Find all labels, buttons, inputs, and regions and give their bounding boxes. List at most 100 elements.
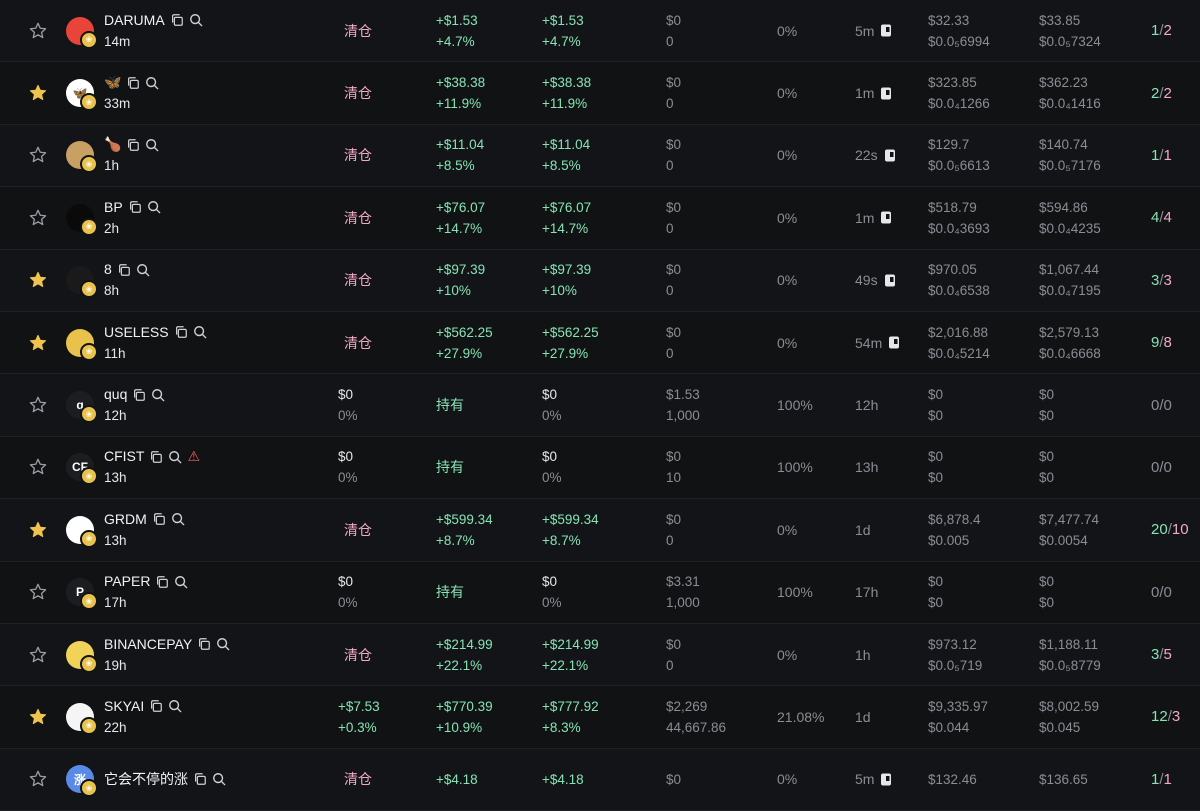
- remaining-value: $0: [666, 137, 682, 153]
- favorite-star-icon[interactable]: [28, 250, 50, 311]
- token-name[interactable]: CFIST: [104, 446, 144, 467]
- search-icon[interactable]: [136, 263, 150, 277]
- search-icon[interactable]: [151, 388, 165, 402]
- token-avatar: 涨 ❀: [66, 749, 98, 810]
- copy-icon[interactable]: [152, 512, 166, 526]
- total-percent: 0%: [542, 595, 562, 611]
- favorite-star-icon[interactable]: [28, 562, 50, 623]
- favorite-star-icon[interactable]: [28, 624, 50, 685]
- search-icon[interactable]: [145, 76, 159, 90]
- total-percent: +4.7%: [542, 33, 581, 49]
- favorite-star-icon[interactable]: [28, 0, 50, 61]
- search-icon[interactable]: [171, 512, 185, 526]
- favorite-star-icon[interactable]: [28, 125, 50, 186]
- token-name[interactable]: SKYAI: [104, 696, 144, 717]
- copy-icon[interactable]: [149, 450, 163, 464]
- token-name[interactable]: BP: [104, 197, 123, 218]
- copy-icon[interactable]: [126, 76, 140, 90]
- token-name[interactable]: 🍗: [104, 134, 121, 155]
- favorite-star-icon[interactable]: [28, 437, 50, 498]
- copy-icon[interactable]: [174, 325, 188, 339]
- table-row[interactable]: q ❀ quq 12h $0 0% 持有 $0 0% $1.53 1,000 100% 12h $0 $0 $…: [0, 374, 1200, 437]
- favorite-star-icon[interactable]: [28, 62, 50, 123]
- token-age: 14m: [104, 33, 131, 49]
- total-profit: $0 0%: [542, 437, 652, 498]
- favorite-star-icon[interactable]: [28, 749, 50, 810]
- table-row[interactable]: ❀ SKYAI 22h +$7.53 +0.3% +$770.39 +10.9% +$777.…: [0, 686, 1200, 749]
- token-name[interactable]: DARUMA: [104, 10, 165, 31]
- token-name[interactable]: PAPER: [104, 571, 150, 592]
- token-name[interactable]: USELESS: [104, 322, 169, 343]
- total-amount: $0: [542, 387, 558, 403]
- search-icon[interactable]: [147, 200, 161, 214]
- table-row[interactable]: ❀ GRDM 13h 清仓 +$599.34 +8.7% +$599.34 +8.7% $0 0 0…: [0, 499, 1200, 562]
- total-percent: +10%: [542, 283, 577, 299]
- copy-icon[interactable]: [117, 263, 131, 277]
- table-row[interactable]: ❀ 🍗 1h 清仓 +$11.04 +8.5% +$11.04 +8.5% $0 0 0% 22s $1…: [0, 124, 1200, 188]
- table-row[interactable]: ❀ USELESS 11h 清仓 +$562.25 +27.9% +$562.25 +27.9…: [0, 311, 1200, 375]
- search-icon[interactable]: [189, 13, 203, 27]
- holding-label: 持有: [436, 397, 464, 414]
- search-icon[interactable]: [168, 450, 182, 464]
- holding-percent-value: 0%: [777, 209, 798, 226]
- table-row[interactable]: 🦋 ❀ 🦋 33m 清仓 +$38.38 +11.9% +$38.38 +11.9% $0 0 0% 1…: [0, 62, 1200, 125]
- tx-count: 9/8: [1151, 312, 1200, 373]
- favorite-star-icon[interactable]: [28, 499, 50, 560]
- chain-badge-icon: ❀: [80, 155, 98, 174]
- copy-icon[interactable]: [170, 13, 184, 27]
- token-name[interactable]: 🦋: [104, 72, 121, 93]
- total-profit: +$1.53 +4.7%: [542, 0, 652, 61]
- search-icon[interactable]: [216, 637, 230, 651]
- token-info: BP 2h: [104, 187, 334, 248]
- copy-icon[interactable]: [126, 138, 140, 152]
- copy-icon[interactable]: [149, 699, 163, 713]
- table-row[interactable]: P ❀ PAPER 17h $0 0% 持有 $0 0% $3.31 1,000 100% 17h $0 $…: [0, 561, 1200, 624]
- token-name[interactable]: 它会不停的涨: [104, 769, 188, 790]
- token-name[interactable]: quq: [104, 384, 127, 405]
- token-age: 12h: [104, 408, 127, 424]
- buy-amount: $0: [928, 574, 944, 590]
- realized-amount: +$38.38: [436, 75, 486, 91]
- avatar: P ❀: [66, 578, 98, 611]
- total-profit: +$4.18: [542, 749, 652, 810]
- favorite-star-icon[interactable]: [28, 312, 50, 373]
- table-row[interactable]: 涨 ❀ 它会不停的涨 清仓 +$4.18 +$4.18 $0 0% 5m $132.46 $136.…: [0, 748, 1200, 811]
- favorite-star-icon[interactable]: [28, 374, 50, 435]
- token-name[interactable]: 8: [104, 259, 112, 280]
- total-profit: +$777.92 +8.3%: [542, 686, 652, 747]
- search-icon[interactable]: [193, 325, 207, 339]
- search-icon[interactable]: [212, 772, 226, 786]
- token-name-line: quq: [104, 384, 334, 405]
- chain-badge-icon: ❀: [80, 592, 98, 611]
- search-icon[interactable]: [174, 575, 188, 589]
- remaining-holding: $0 0: [666, 624, 766, 685]
- favorite-star-icon[interactable]: [28, 686, 50, 747]
- token-name[interactable]: BINANCEPAY: [104, 634, 192, 655]
- copy-icon[interactable]: [197, 637, 211, 651]
- holding-percent-value: 0%: [777, 272, 798, 289]
- search-icon[interactable]: [145, 138, 159, 152]
- table-row[interactable]: ❀ BP 2h 清仓 +$76.07 +14.7% +$76.07 +14.7% $0 0 0% 1m…: [0, 187, 1200, 250]
- buy-avg-price: $0: [928, 595, 944, 611]
- duration-value: 13h: [855, 459, 879, 476]
- cleared-label: 清仓: [344, 521, 372, 538]
- copy-icon[interactable]: [193, 772, 207, 786]
- total-percent: +14.7%: [542, 220, 589, 236]
- table-row[interactable]: ❀ BINANCEPAY 19h 清仓 +$214.99 +22.1% +$214.99 +2…: [0, 623, 1200, 687]
- copy-icon[interactable]: [128, 200, 142, 214]
- copy-icon[interactable]: [155, 575, 169, 589]
- realized-status: 持有: [436, 562, 536, 623]
- sell-amount: $7,477.74: [1039, 511, 1100, 527]
- realized-percent: +4.7%: [436, 33, 475, 49]
- sold-value: $0 0%: [338, 562, 428, 623]
- search-icon[interactable]: [168, 699, 182, 713]
- table-row[interactable]: ❀ 8 8h 清仓 +$97.39 +10% +$97.39 +10% $0 0 0% 49s $970…: [0, 249, 1200, 312]
- table-row[interactable]: ❀ DARUMA 14m 清仓 +$1.53 +4.7% +$1.53 +4.7% $0 0 0% 5…: [0, 0, 1200, 63]
- table-row[interactable]: CF ❀ CFIST ⚠ 13h $0 0% 持有 $0 0% $0 10 100% 13h $0 $0 $0 $…: [0, 436, 1200, 500]
- favorite-star-icon[interactable]: [28, 187, 50, 248]
- sold-status: 清仓: [338, 499, 434, 560]
- token-name[interactable]: GRDM: [104, 509, 147, 530]
- duration-value: 54m: [855, 334, 883, 351]
- remaining-amount: 0: [666, 33, 674, 49]
- copy-icon[interactable]: [132, 388, 146, 402]
